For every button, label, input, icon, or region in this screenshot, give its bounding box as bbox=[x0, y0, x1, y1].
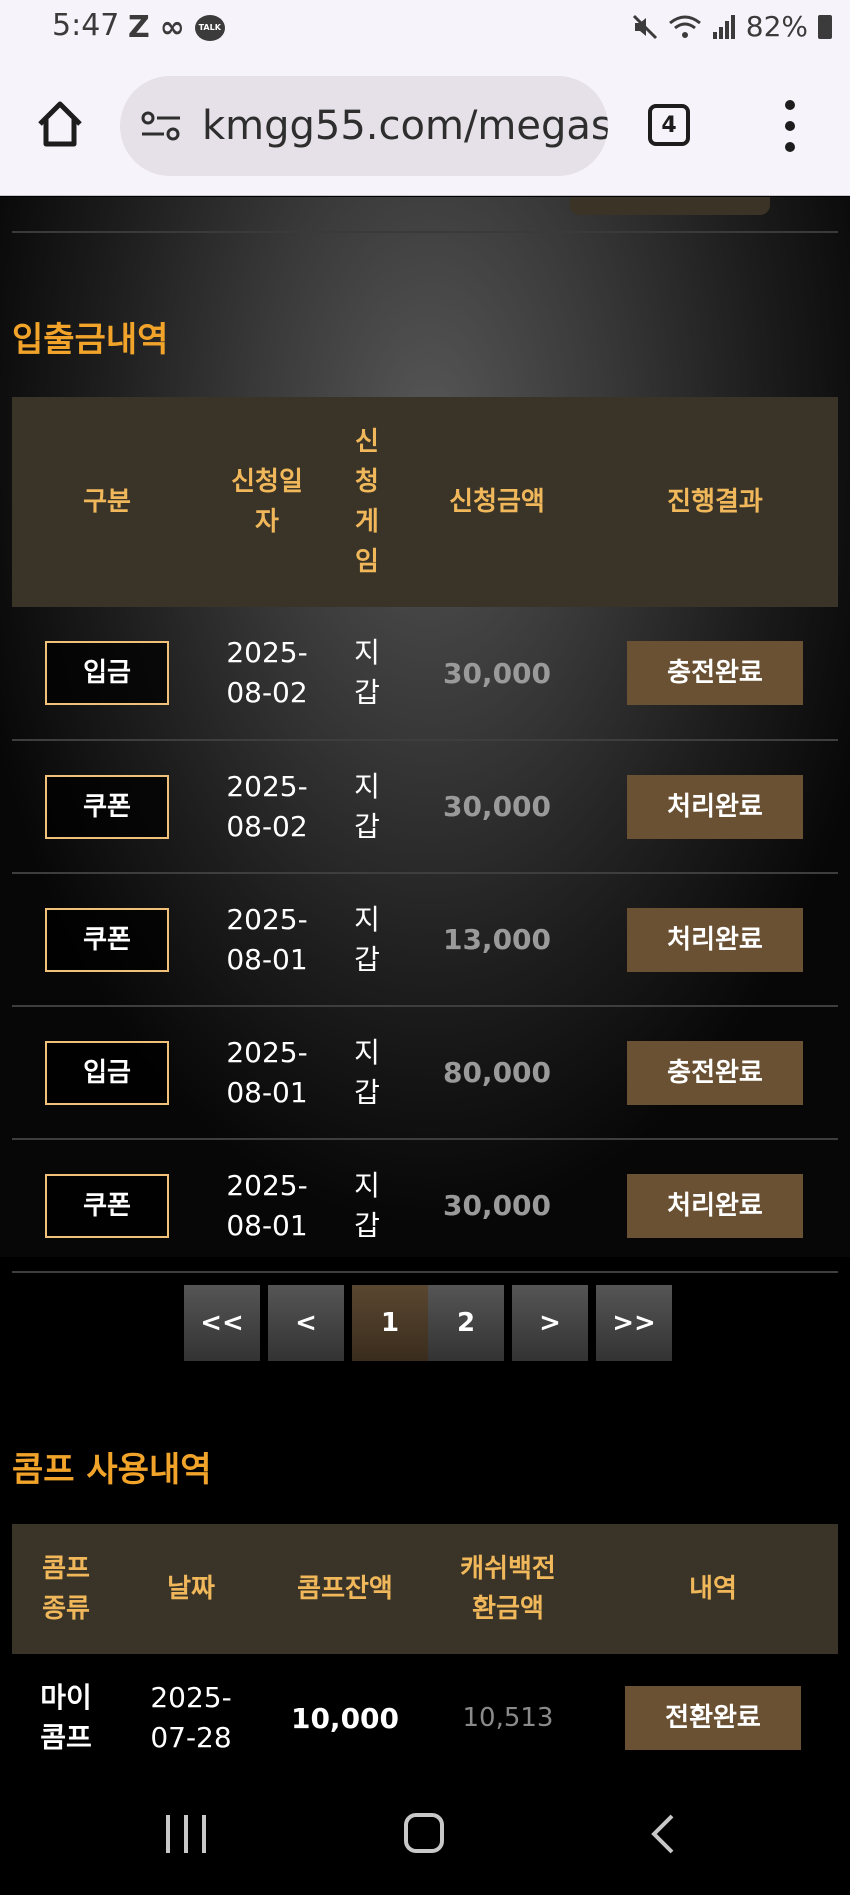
header-game: 신 청 게 임 bbox=[332, 397, 402, 607]
system-icons: 82% bbox=[632, 10, 832, 43]
wifi-icon bbox=[668, 15, 701, 38]
header-comp-kind: 콤프 종류 bbox=[12, 1524, 120, 1654]
pagination: << < 1 2 > >> bbox=[184, 1285, 672, 1361]
amount-cell: 13,000 bbox=[402, 873, 592, 1007]
battery-icon bbox=[818, 14, 832, 39]
status-time: 5:47 bbox=[52, 8, 120, 43]
table-row: 마이 콤프 2025- 07-28 10,000 10,513 전환완료 bbox=[12, 1654, 838, 1765]
more-options-icon[interactable] bbox=[780, 100, 800, 152]
header-cashback: 캐쉬백전 환금액 bbox=[428, 1524, 588, 1654]
date-cell: 2025- 08-02 bbox=[202, 607, 332, 741]
site-settings-icon[interactable] bbox=[140, 108, 182, 144]
page-content: 입출금내역 구분 신청일 자 신 청 게 임 신청금액 진행결과 입금 2025… bbox=[0, 197, 850, 1765]
divider bbox=[12, 231, 838, 233]
url-text: kmgg55.com/megasl bbox=[202, 103, 608, 149]
amount-cell: 30,000 bbox=[402, 607, 592, 741]
table-row: 입금 2025- 08-01 지 갑 80,000 충전완료 bbox=[12, 1006, 838, 1140]
date-cell: 2025- 08-01 bbox=[202, 873, 332, 1007]
back-icon[interactable] bbox=[648, 1813, 678, 1855]
header-comp-balance: 콤프잔액 bbox=[262, 1524, 428, 1654]
system-navigation-bar bbox=[0, 1765, 850, 1895]
home-nav-icon[interactable] bbox=[404, 1813, 444, 1853]
game-cell: 지 갑 bbox=[332, 873, 402, 1007]
header-date: 신청일 자 bbox=[202, 397, 332, 607]
page-button-2[interactable]: 2 bbox=[428, 1285, 504, 1361]
table-header-row: 콤프 종류 날짜 콤프잔액 캐쉬백전 환금액 내역 bbox=[12, 1524, 838, 1654]
first-page-button[interactable]: << bbox=[184, 1285, 260, 1361]
page-button-1[interactable]: 1 bbox=[352, 1285, 428, 1361]
table-row: 입금 2025- 08-02 지 갑 30,000 충전완료 bbox=[12, 607, 838, 741]
talk-icon: TALK bbox=[194, 14, 225, 41]
deposit-history-title: 입출금내역 bbox=[12, 320, 169, 360]
header-type: 구분 bbox=[12, 397, 202, 607]
header-result: 진행결과 bbox=[592, 397, 838, 607]
status-button[interactable]: 전환완료 bbox=[625, 1686, 801, 1750]
notification-icons: Z ∞ TALK bbox=[128, 10, 225, 45]
table-row: 쿠폰 2025- 08-01 지 갑 30,000 처리완료 bbox=[12, 1139, 838, 1273]
tab-switcher-button[interactable]: 4 bbox=[648, 104, 690, 146]
next-page-button[interactable]: > bbox=[512, 1285, 588, 1361]
comp-date-cell: 2025- 07-28 bbox=[150, 1681, 232, 1754]
amount-cell: 30,000 bbox=[402, 740, 592, 874]
battery-percent: 82% bbox=[745, 10, 808, 43]
cashback-cell: 10,513 bbox=[462, 1703, 554, 1733]
infinity-icon: ∞ bbox=[159, 10, 185, 45]
z-app-icon: Z bbox=[128, 10, 150, 45]
status-bar: 5:47 Z ∞ TALK 82% bbox=[0, 0, 850, 56]
table-row: 쿠폰 2025- 08-01 지 갑 13,000 처리완료 bbox=[12, 873, 838, 1007]
last-page-button[interactable]: >> bbox=[596, 1285, 672, 1361]
type-badge[interactable]: 입금 bbox=[45, 641, 169, 705]
type-badge[interactable]: 쿠폰 bbox=[45, 774, 169, 839]
type-badge[interactable]: 쿠폰 bbox=[45, 1173, 169, 1238]
header-detail: 내역 bbox=[588, 1524, 838, 1654]
comp-kind-cell: 마이 콤프 bbox=[40, 1681, 92, 1754]
prev-page-button[interactable]: < bbox=[268, 1285, 344, 1361]
recent-apps-icon[interactable] bbox=[166, 1815, 206, 1853]
mute-icon bbox=[632, 14, 657, 39]
game-cell: 지 갑 bbox=[332, 1139, 402, 1273]
table-row: 쿠폰 2025- 08-02 지 갑 30,000 처리완료 bbox=[12, 740, 838, 874]
header-amount: 신청금액 bbox=[402, 397, 592, 607]
status-button[interactable]: 처리완료 bbox=[627, 1173, 803, 1238]
comp-history-table: 콤프 종류 날짜 콤프잔액 캐쉬백전 환금액 내역 마이 콤프 2025- 07… bbox=[12, 1524, 838, 1765]
status-button[interactable]: 충전완료 bbox=[627, 1040, 803, 1105]
game-cell: 지 갑 bbox=[332, 607, 402, 741]
comp-balance-cell: 10,000 bbox=[290, 1701, 400, 1735]
browser-toolbar: kmgg55.com/megasl 4 bbox=[0, 56, 850, 196]
type-badge[interactable]: 쿠폰 bbox=[45, 907, 169, 972]
home-icon[interactable] bbox=[34, 98, 86, 150]
game-cell: 지 갑 bbox=[332, 1006, 402, 1140]
address-bar[interactable]: kmgg55.com/megasl bbox=[120, 76, 608, 176]
comp-history-title: 콤프 사용내역 bbox=[12, 1450, 212, 1490]
status-button[interactable]: 처리완료 bbox=[627, 907, 803, 972]
amount-cell: 80,000 bbox=[402, 1006, 592, 1140]
date-cell: 2025- 08-01 bbox=[202, 1139, 332, 1273]
date-cell: 2025- 08-01 bbox=[202, 1006, 332, 1140]
type-badge[interactable]: 입금 bbox=[45, 1040, 169, 1105]
status-button[interactable]: 처리완료 bbox=[627, 774, 803, 839]
header-comp-date: 날짜 bbox=[120, 1524, 262, 1654]
deposit-history-table: 구분 신청일 자 신 청 게 임 신청금액 진행결과 입금 2025- 08-0… bbox=[12, 397, 838, 1273]
amount-cell: 30,000 bbox=[402, 1139, 592, 1273]
status-button[interactable]: 충전완료 bbox=[627, 641, 803, 705]
game-cell: 지 갑 bbox=[332, 740, 402, 874]
table-header-row: 구분 신청일 자 신 청 게 임 신청금액 진행결과 bbox=[12, 397, 838, 607]
date-cell: 2025- 08-02 bbox=[202, 740, 332, 874]
signal-icon bbox=[712, 14, 735, 39]
partial-button[interactable] bbox=[570, 197, 770, 215]
